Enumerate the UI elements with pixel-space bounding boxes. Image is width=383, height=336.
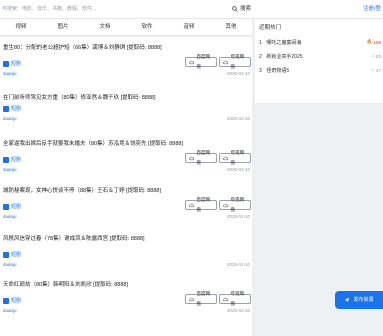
hot-sidebar: 近期热门 1 哪吒之魔童闹海 🔥 199 2 新就业高手2025 ♨ 53 3 怪奇… — [255, 19, 383, 103]
folder-icon — [3, 297, 9, 304]
baidu-pan-label: 百度网盘 — [196, 150, 211, 165]
hot-rank: 2 — [259, 54, 262, 60]
card-date: 2025-02-10 — [226, 214, 250, 219]
quark-pan-button[interactable]: 夸克网盘 — [219, 150, 251, 165]
resource-card: 天命红颜劫（80集）韩明阳＆刘凯欣 [提取码: 8888] 短剧 duanju … — [0, 274, 252, 336]
quark-pan-label: 夸克网盘 — [230, 150, 245, 165]
cloud-icon — [189, 297, 195, 301]
card-date: 2025-02-10 — [226, 262, 250, 267]
quark-pan-label: 夸克网盘 — [230, 197, 245, 212]
quark-pan-button[interactable]: 夸克网盘 — [219, 197, 251, 212]
cloud-icon — [223, 60, 229, 64]
tag-label: 短剧 — [11, 204, 22, 210]
tag-label: 短剧 — [11, 157, 22, 163]
publish-resource-label: 发布资源 — [353, 297, 374, 303]
search-button-label: 搜索 — [240, 6, 252, 12]
card-user[interactable]: duanju — [3, 214, 17, 219]
tag-label: 短剧 — [11, 106, 22, 112]
quark-pan-label: 夸克网盘 — [230, 291, 245, 306]
hot-item[interactable]: 2 新就业高手2025 ♨ 53 — [259, 53, 381, 63]
hot-rank: 3 — [259, 68, 262, 74]
card-user[interactable]: duanju — [3, 308, 17, 313]
tag-label: 短剧 — [11, 298, 22, 304]
baidu-pan-label: 百度网盘 — [196, 197, 211, 212]
baidu-pan-button[interactable]: 百度网盘 — [185, 197, 217, 212]
hot-rank: 1 — [259, 40, 262, 46]
category-tabs: 视频 图片 文档 软件 音频 其他 — [0, 19, 252, 36]
card-user[interactable]: duanju — [3, 167, 17, 172]
cloud-icon — [223, 203, 229, 207]
card-title[interactable]: 风携风信穿过春（78集）谢成凤＆陈露西宫 [提取码: 8888] — [3, 234, 248, 242]
card-title[interactable]: 全家逼我出嫁后反手就娶我未婚夫（80集）苏泓竞＆饶奕先 [提取码: 8888] — [3, 139, 248, 147]
hot-count: 🔥 199 — [366, 39, 381, 45]
folder-icon — [3, 156, 9, 163]
hot-item-label: 怪奇物语5 — [266, 68, 290, 74]
tab-image[interactable]: 图片 — [42, 19, 84, 35]
card-title[interactable]: 天命红颜劫（80集）韩明阳＆刘凯欣 [提取码: 8888] — [3, 280, 248, 288]
card-title[interactable]: 在门前听师驾见女方重（80集）修亚然＆魏千玖 [提取码: 8888] — [3, 93, 248, 101]
category-tag[interactable]: 短剧 — [3, 104, 21, 113]
send-icon — [345, 297, 350, 303]
category-tag[interactable]: 短剧 — [3, 250, 21, 259]
tag-label: 短剧 — [11, 61, 22, 67]
card-title[interactable]: 重生80：分配的老公超护短（66集）龚博＆刘静琪 [提取码: 8888] — [3, 43, 248, 51]
hot-item[interactable]: 3 怪奇物语5 ♨ 47 — [259, 67, 381, 77]
quark-pan-label: 夸克网盘 — [230, 54, 245, 69]
flame-icon: ♨ — [370, 53, 375, 58]
cloud-icon — [223, 297, 229, 301]
hot-item[interactable]: 1 哪吒之魔童闹海 🔥 199 — [259, 39, 381, 49]
fire-icon: 🔥 — [366, 39, 373, 44]
quark-pan-button[interactable]: 夸克网盘 — [219, 291, 251, 306]
hot-count: ♨ 47 — [370, 67, 381, 73]
folder-icon — [3, 60, 9, 67]
folder-icon — [3, 251, 9, 258]
tab-software[interactable]: 软件 — [126, 19, 168, 35]
quark-pan-button[interactable]: 夸克网盘 — [219, 54, 251, 69]
hot-item-label: 哪吒之魔童闹海 — [266, 40, 302, 46]
category-tag[interactable]: 短剧 — [3, 202, 21, 211]
publish-resource-button[interactable]: 发布资源 — [335, 291, 383, 309]
tab-other[interactable]: 其他 — [210, 19, 252, 35]
cloud-icon — [223, 156, 229, 160]
card-title[interactable]: 城防秘案现，女神心悦谈不停（88集）王石＆丁婷 [提取码: 8888] — [3, 186, 248, 194]
flame-icon: ♨ — [370, 67, 375, 72]
baidu-pan-button[interactable]: 百度网盘 — [185, 291, 217, 306]
card-user[interactable]: duanju — [3, 116, 17, 121]
category-tag[interactable]: 短剧 — [3, 155, 21, 164]
card-date: 2025-02-10 — [226, 167, 250, 172]
tab-video[interactable]: 视频 — [0, 19, 42, 35]
folder-icon — [3, 203, 9, 210]
search-icon — [232, 6, 238, 12]
hot-count: ♨ 53 — [370, 53, 381, 59]
baidu-pan-label: 百度网盘 — [196, 54, 211, 69]
baidu-pan-label: 百度网盘 — [196, 291, 211, 306]
category-tag[interactable]: 短剧 — [3, 296, 21, 305]
card-user[interactable]: duanju — [3, 262, 17, 267]
cloud-icon — [189, 203, 195, 207]
cloud-icon — [189, 60, 195, 64]
register-login-link[interactable]: 注册/登 — [363, 3, 381, 15]
tab-document[interactable]: 文档 — [84, 19, 126, 35]
search-button[interactable]: 搜索 — [232, 3, 251, 15]
top-search-bar: 可搜索：电影、音乐、书籍、教程、软件... 搜索 注册/登 — [0, 0, 383, 19]
baidu-pan-button[interactable]: 百度网盘 — [185, 150, 217, 165]
baidu-pan-button[interactable]: 百度网盘 — [185, 54, 217, 69]
card-date: 2025-02-10 — [226, 116, 250, 121]
category-tag[interactable]: 短剧 — [3, 59, 21, 68]
folder-icon — [3, 105, 9, 112]
card-date: 2025-02-10 — [226, 71, 250, 76]
card-user[interactable]: duanju — [3, 71, 17, 76]
card-date: 2025-02-10 — [226, 308, 250, 313]
hot-item-label: 新就业高手2025 — [266, 54, 303, 60]
tag-label: 短剧 — [11, 252, 22, 258]
cloud-icon — [189, 156, 195, 160]
search-input[interactable]: 可搜索：电影、音乐、书籍、教程、软件... — [0, 2, 250, 16]
tab-audio[interactable]: 音频 — [168, 19, 210, 35]
sidebar-title: 近期热门 — [259, 25, 282, 31]
